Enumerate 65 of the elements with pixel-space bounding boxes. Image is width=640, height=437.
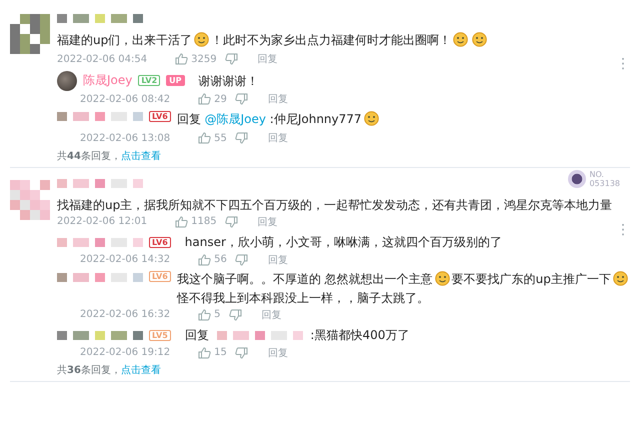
level-badge: LV2	[138, 75, 160, 86]
dislike-button[interactable]	[234, 132, 248, 144]
comment-date: 2022-02-06 13:08	[80, 132, 170, 144]
level-badge: LV6	[149, 236, 171, 248]
more-menu[interactable]: ⋮	[616, 222, 630, 238]
fan-badge-icon	[568, 170, 586, 188]
reply-button[interactable]: 回复	[268, 252, 288, 266]
thumbs-up-icon	[198, 93, 212, 105]
reply-button[interactable]: 回复	[268, 131, 288, 145]
comment-text: 怪不得我上到本科跟没上一样，，脑子太跳了。	[176, 291, 429, 305]
comment-text: 要不要找广东的up主推广一下	[452, 272, 611, 286]
level-badge: LV5	[149, 330, 171, 340]
up-badge: UP	[166, 75, 184, 86]
like-button[interactable]: 1185	[175, 216, 217, 228]
more-menu[interactable]: ⋮	[616, 56, 630, 72]
thumbs-up-icon	[175, 53, 188, 65]
comment-text: hanser，欣小萌，小文哥，咻咻满，这就四个百万级别的了	[184, 235, 502, 249]
reply-button[interactable]: 回复	[258, 52, 278, 66]
reply-button[interactable]: 回复	[262, 308, 282, 322]
comment-text: 谢谢谢谢！	[198, 74, 258, 88]
dislike-button[interactable]	[234, 346, 248, 358]
thumbs-up-icon	[198, 308, 212, 320]
level-badge: LV6	[149, 110, 171, 122]
like-button[interactable]: 3259	[175, 53, 217, 65]
level-badge: LV6	[149, 271, 171, 282]
fan-number: 053138	[589, 178, 620, 188]
comment-date: 2022-02-06 19:12	[80, 347, 170, 358]
like-button[interactable]: 15	[198, 346, 227, 358]
view-replies-link[interactable]: 点击查看	[120, 365, 161, 376]
username[interactable]: 陈晟Joey	[83, 72, 132, 89]
thumbs-up-icon	[198, 132, 212, 144]
avatar[interactable]	[57, 70, 77, 90]
dislike-button[interactable]	[234, 254, 248, 266]
like-button[interactable]: 5	[198, 308, 220, 320]
thumbs-up-icon	[198, 254, 212, 266]
thumbs-up-icon	[198, 346, 212, 358]
fan-number-label: NO.	[589, 170, 605, 178]
dislike-button[interactable]	[224, 216, 238, 228]
like-button[interactable]: 56	[198, 254, 227, 266]
comment-date: 2022-02-06 08:42	[80, 94, 170, 104]
thumbs-up-icon	[175, 216, 188, 228]
comment-date: 2022-02-06 14:32	[80, 254, 170, 265]
like-button[interactable]: 55	[198, 132, 227, 144]
comment-text: 回复	[176, 112, 202, 126]
comment-text: ！此时不为家乡出点力福建何时才能出圈啊！	[211, 32, 452, 46]
reply-button[interactable]: 回复	[268, 92, 288, 106]
comment-date: 2022-02-06 12:01	[57, 216, 148, 227]
mention-link[interactable]: @陈晟Joey	[204, 112, 266, 126]
comment-text: 我这个脑子啊。。不厚道的 忽然就想出一个主意	[176, 272, 433, 286]
dislike-button[interactable]	[224, 53, 238, 65]
reply-button[interactable]: 回复	[258, 214, 278, 228]
reply-count: 共44条回复，	[57, 150, 121, 162]
comment-date: 2022-02-06 16:32	[80, 309, 170, 320]
dislike-button[interactable]	[234, 93, 248, 105]
comment-text: 找福建的up主，据我所知就不下四五个百万级的，一起帮忙发发动态，还有共青团，鸿星尔克等本地力量	[57, 198, 612, 212]
like-button[interactable]: 29	[198, 93, 227, 105]
comment-text: :仲尼Johnny777	[268, 112, 362, 126]
view-replies-link[interactable]: 点击查看	[120, 150, 161, 162]
dislike-button[interactable]	[228, 308, 242, 320]
reply-button[interactable]: 回复	[268, 346, 288, 360]
reply-count: 共36条回复，	[57, 365, 121, 376]
comment-text: :黑猫都快400万了	[309, 328, 410, 342]
comment-date: 2022-02-06 04:54	[57, 54, 148, 64]
comment-text: 回复	[184, 328, 210, 342]
comment-text: 福建的up们，出来干活了	[57, 32, 192, 46]
